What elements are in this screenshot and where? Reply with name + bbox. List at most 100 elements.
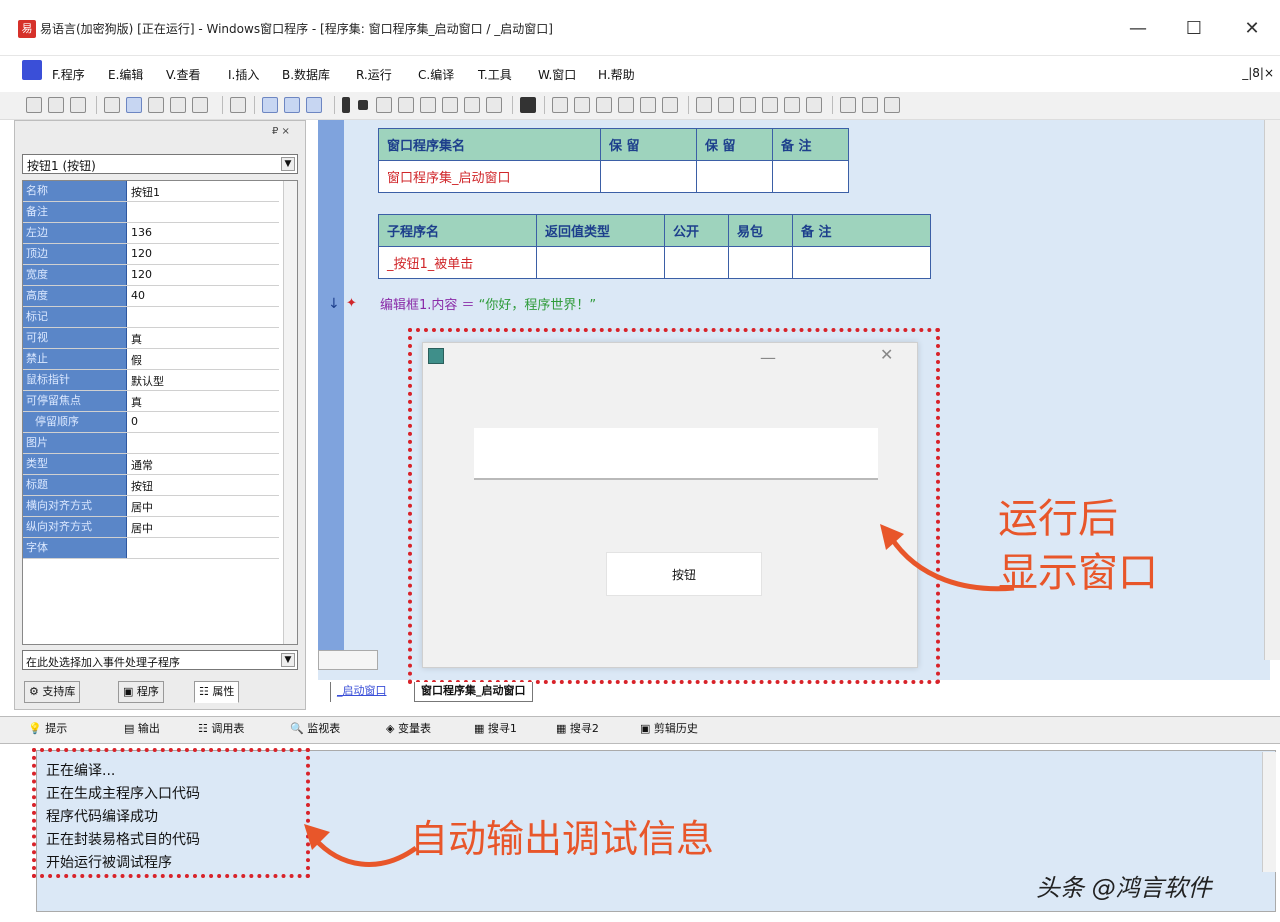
table-cell[interactable] <box>664 246 729 279</box>
table-cell[interactable]: 窗口程序集_启动窗口 <box>378 160 601 193</box>
menu-insert[interactable]: I.插入 <box>228 66 259 83</box>
property-value[interactable]: 默认型 <box>131 373 164 389</box>
align-bottom-icon[interactable] <box>662 97 678 113</box>
breakpoint-icon[interactable] <box>464 97 480 113</box>
menu-compile[interactable]: C.编译 <box>418 66 454 83</box>
property-value[interactable]: 40 <box>131 289 145 302</box>
chevron-down-icon[interactable]: ▼ <box>281 157 295 171</box>
property-row[interactable]: 鼠标指针 默认型 <box>23 370 279 391</box>
hand-icon[interactable] <box>486 97 502 113</box>
property-value[interactable]: 居中 <box>131 520 153 536</box>
property-row[interactable]: 禁止假 <box>23 349 279 370</box>
document-icon[interactable] <box>22 60 42 80</box>
step-over-icon[interactable] <box>398 97 414 113</box>
align-middle-icon[interactable] <box>640 97 656 113</box>
property-value[interactable]: 假 <box>131 352 142 368</box>
find-icon[interactable] <box>230 97 246 113</box>
space-horizontal-icon[interactable] <box>762 97 778 113</box>
property-row[interactable]: 类型 通常 <box>23 454 279 475</box>
close-button[interactable]: ✕ <box>1230 14 1274 44</box>
table-cell[interactable] <box>772 160 849 193</box>
redo-icon[interactable] <box>192 97 208 113</box>
chevron-down-icon[interactable]: ▼ <box>281 653 295 667</box>
property-scrollbar[interactable] <box>283 181 297 644</box>
tab-variables[interactable]: ◈ 变量表 <box>386 720 431 736</box>
binoculars-icon[interactable] <box>520 97 536 113</box>
object-select[interactable]: 按钮1 (按钮) ▼ <box>22 154 298 174</box>
minimize-button[interactable]: — <box>1116 14 1160 44</box>
property-value[interactable]: 真 <box>131 394 142 410</box>
new-file-icon[interactable] <box>26 97 42 113</box>
property-row[interactable]: 纵向对齐方式 居中 <box>23 517 279 538</box>
same-width-icon[interactable] <box>696 97 712 113</box>
step-out-icon[interactable] <box>420 97 436 113</box>
tab-output[interactable]: ▤ 输出 <box>124 720 160 736</box>
property-value[interactable]: 通常 <box>131 457 153 473</box>
tab-search2[interactable]: ▦ 搜寻2 <box>556 720 599 736</box>
property-value[interactable]: 0 <box>131 415 138 428</box>
property-row[interactable]: 顶边 120 <box>23 244 279 265</box>
cut-icon[interactable] <box>104 97 120 113</box>
minimize-icon[interactable]: — <box>760 348 776 367</box>
running-window[interactable] <box>422 342 918 668</box>
menu-edit[interactable]: E.编辑 <box>108 66 143 83</box>
copy-icon[interactable] <box>126 97 142 113</box>
code-line[interactable]: 编辑框1.内容 ＝ “你好，程序世界！” <box>380 294 596 313</box>
tab-program[interactable]: ▣ 程序 <box>118 681 164 703</box>
tab-window-assembly[interactable]: 窗口程序集_启动窗口 <box>414 682 533 702</box>
editor-horizontal-scrollbar[interactable] <box>318 650 378 670</box>
tab-properties[interactable]: ☷ 属性 <box>194 681 240 703</box>
property-value[interactable]: 按钮 <box>131 478 153 494</box>
open-folder-icon[interactable] <box>48 97 64 113</box>
grid-icon[interactable] <box>862 97 878 113</box>
property-row[interactable]: 可停留焦点真 <box>23 391 279 412</box>
stop-icon[interactable] <box>358 100 368 110</box>
property-row[interactable]: 高度 40 <box>23 286 279 307</box>
same-height-icon[interactable] <box>718 97 734 113</box>
property-row[interactable]: 名称 按钮1 <box>23 181 279 202</box>
property-value[interactable]: 按钮1 <box>131 184 160 200</box>
center-vertical-icon[interactable] <box>840 97 856 113</box>
tab-clip-history[interactable]: ▣ 剪辑历史 <box>640 720 698 736</box>
table-cell[interactable] <box>536 246 665 279</box>
property-row[interactable]: 标记 <box>23 307 279 328</box>
same-size-icon[interactable] <box>740 97 756 113</box>
tab-search1[interactable]: ▦ 搜寻1 <box>474 720 517 736</box>
align-left-icon[interactable] <box>552 97 568 113</box>
table-cell[interactable] <box>792 246 931 279</box>
center-horizontal-icon[interactable] <box>806 97 822 113</box>
menu-view[interactable]: V.查看 <box>166 66 200 83</box>
property-row[interactable]: 标题 按钮 <box>23 475 279 496</box>
menu-program[interactable]: F.程序 <box>52 66 85 83</box>
menu-run[interactable]: R.运行 <box>356 66 392 83</box>
editor-vertical-scrollbar[interactable] <box>1264 120 1280 660</box>
layout-icon[interactable] <box>306 97 322 113</box>
align-top-icon[interactable] <box>618 97 634 113</box>
run-to-cursor-icon[interactable] <box>442 97 458 113</box>
mdi-controls[interactable]: _|8|× <box>1242 66 1274 80</box>
panel-pin-icon[interactable]: ₽ × <box>272 126 290 137</box>
property-value[interactable]: 120 <box>131 268 152 281</box>
table-cell[interactable] <box>696 160 773 193</box>
menu-help[interactable]: H.帮助 <box>598 66 635 83</box>
property-row[interactable]: 停留顺序 0 <box>23 412 279 433</box>
table-cell[interactable]: _按钮1_被单击 <box>378 246 537 279</box>
step-into-icon[interactable] <box>376 97 392 113</box>
property-value[interactable]: 136 <box>131 226 152 239</box>
menu-window[interactable]: W.窗口 <box>538 66 576 83</box>
property-row[interactable]: 可视真 <box>23 328 279 349</box>
tab-call-stack[interactable]: ☷ 调用表 <box>198 720 244 736</box>
paste-icon[interactable] <box>148 97 164 113</box>
code-view-icon[interactable] <box>284 97 300 113</box>
tab-watch[interactable]: 🔍 监视表 <box>290 720 340 736</box>
table-cell[interactable] <box>600 160 697 193</box>
property-value[interactable]: 真 <box>131 331 142 347</box>
maximize-button[interactable]: ☐ <box>1172 14 1216 44</box>
run-icon[interactable] <box>342 97 350 113</box>
align-center-icon[interactable] <box>574 97 590 113</box>
property-row[interactable]: 备注 <box>23 202 279 223</box>
property-row[interactable]: 左边 136 <box>23 223 279 244</box>
edit-box[interactable] <box>474 428 878 480</box>
table-cell[interactable] <box>728 246 793 279</box>
property-row[interactable]: 字体 <box>23 538 279 559</box>
